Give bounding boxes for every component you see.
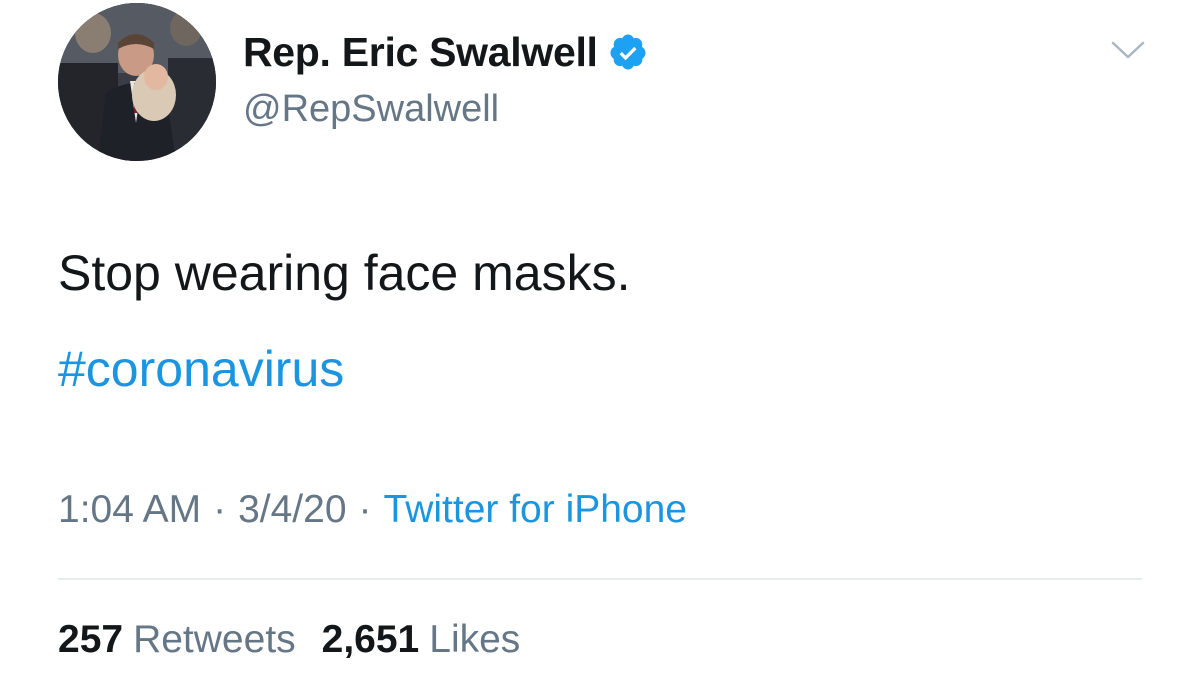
tweet-time[interactable]: 1:04 AM bbox=[58, 488, 201, 531]
retweets-label: Retweets bbox=[133, 618, 296, 661]
author-name-text: Rep. Eric Swalwell bbox=[243, 29, 598, 75]
author-handle[interactable]: @RepSwalwell bbox=[243, 86, 499, 132]
tweet-date[interactable]: 3/4/20 bbox=[238, 488, 346, 531]
retweets-count: 257 bbox=[58, 618, 124, 661]
avatar-photo bbox=[58, 3, 216, 161]
meta-separator: · bbox=[213, 488, 227, 531]
meta-separator: · bbox=[358, 488, 372, 531]
tweet-source-link[interactable]: Twitter for iPhone bbox=[384, 488, 687, 531]
likes-count: 2,651 bbox=[321, 618, 420, 661]
chevron-down-icon[interactable] bbox=[1110, 38, 1146, 62]
retweets-stat[interactable]: 257 Retweets bbox=[58, 618, 296, 661]
likes-label: Likes bbox=[429, 618, 521, 661]
tweet-text: Stop wearing face masks. bbox=[58, 245, 631, 301]
likes-stat[interactable]: 2,651 Likes bbox=[322, 618, 521, 661]
avatar[interactable] bbox=[58, 3, 216, 161]
tweet-stats: 257 Retweets 2,651 Likes bbox=[58, 616, 520, 664]
author-display-name[interactable]: Rep. Eric Swalwell bbox=[243, 28, 648, 76]
tweet-card: Rep. Eric Swalwell @RepSwalwell Stop wea… bbox=[0, 0, 1200, 674]
hashtag-link[interactable]: #coronavirus bbox=[58, 338, 344, 400]
tweet-meta: 1:04 AM · 3/4/20 · Twitter for iPhone bbox=[58, 486, 687, 534]
divider bbox=[58, 578, 1142, 580]
verified-badge-icon bbox=[608, 32, 648, 72]
